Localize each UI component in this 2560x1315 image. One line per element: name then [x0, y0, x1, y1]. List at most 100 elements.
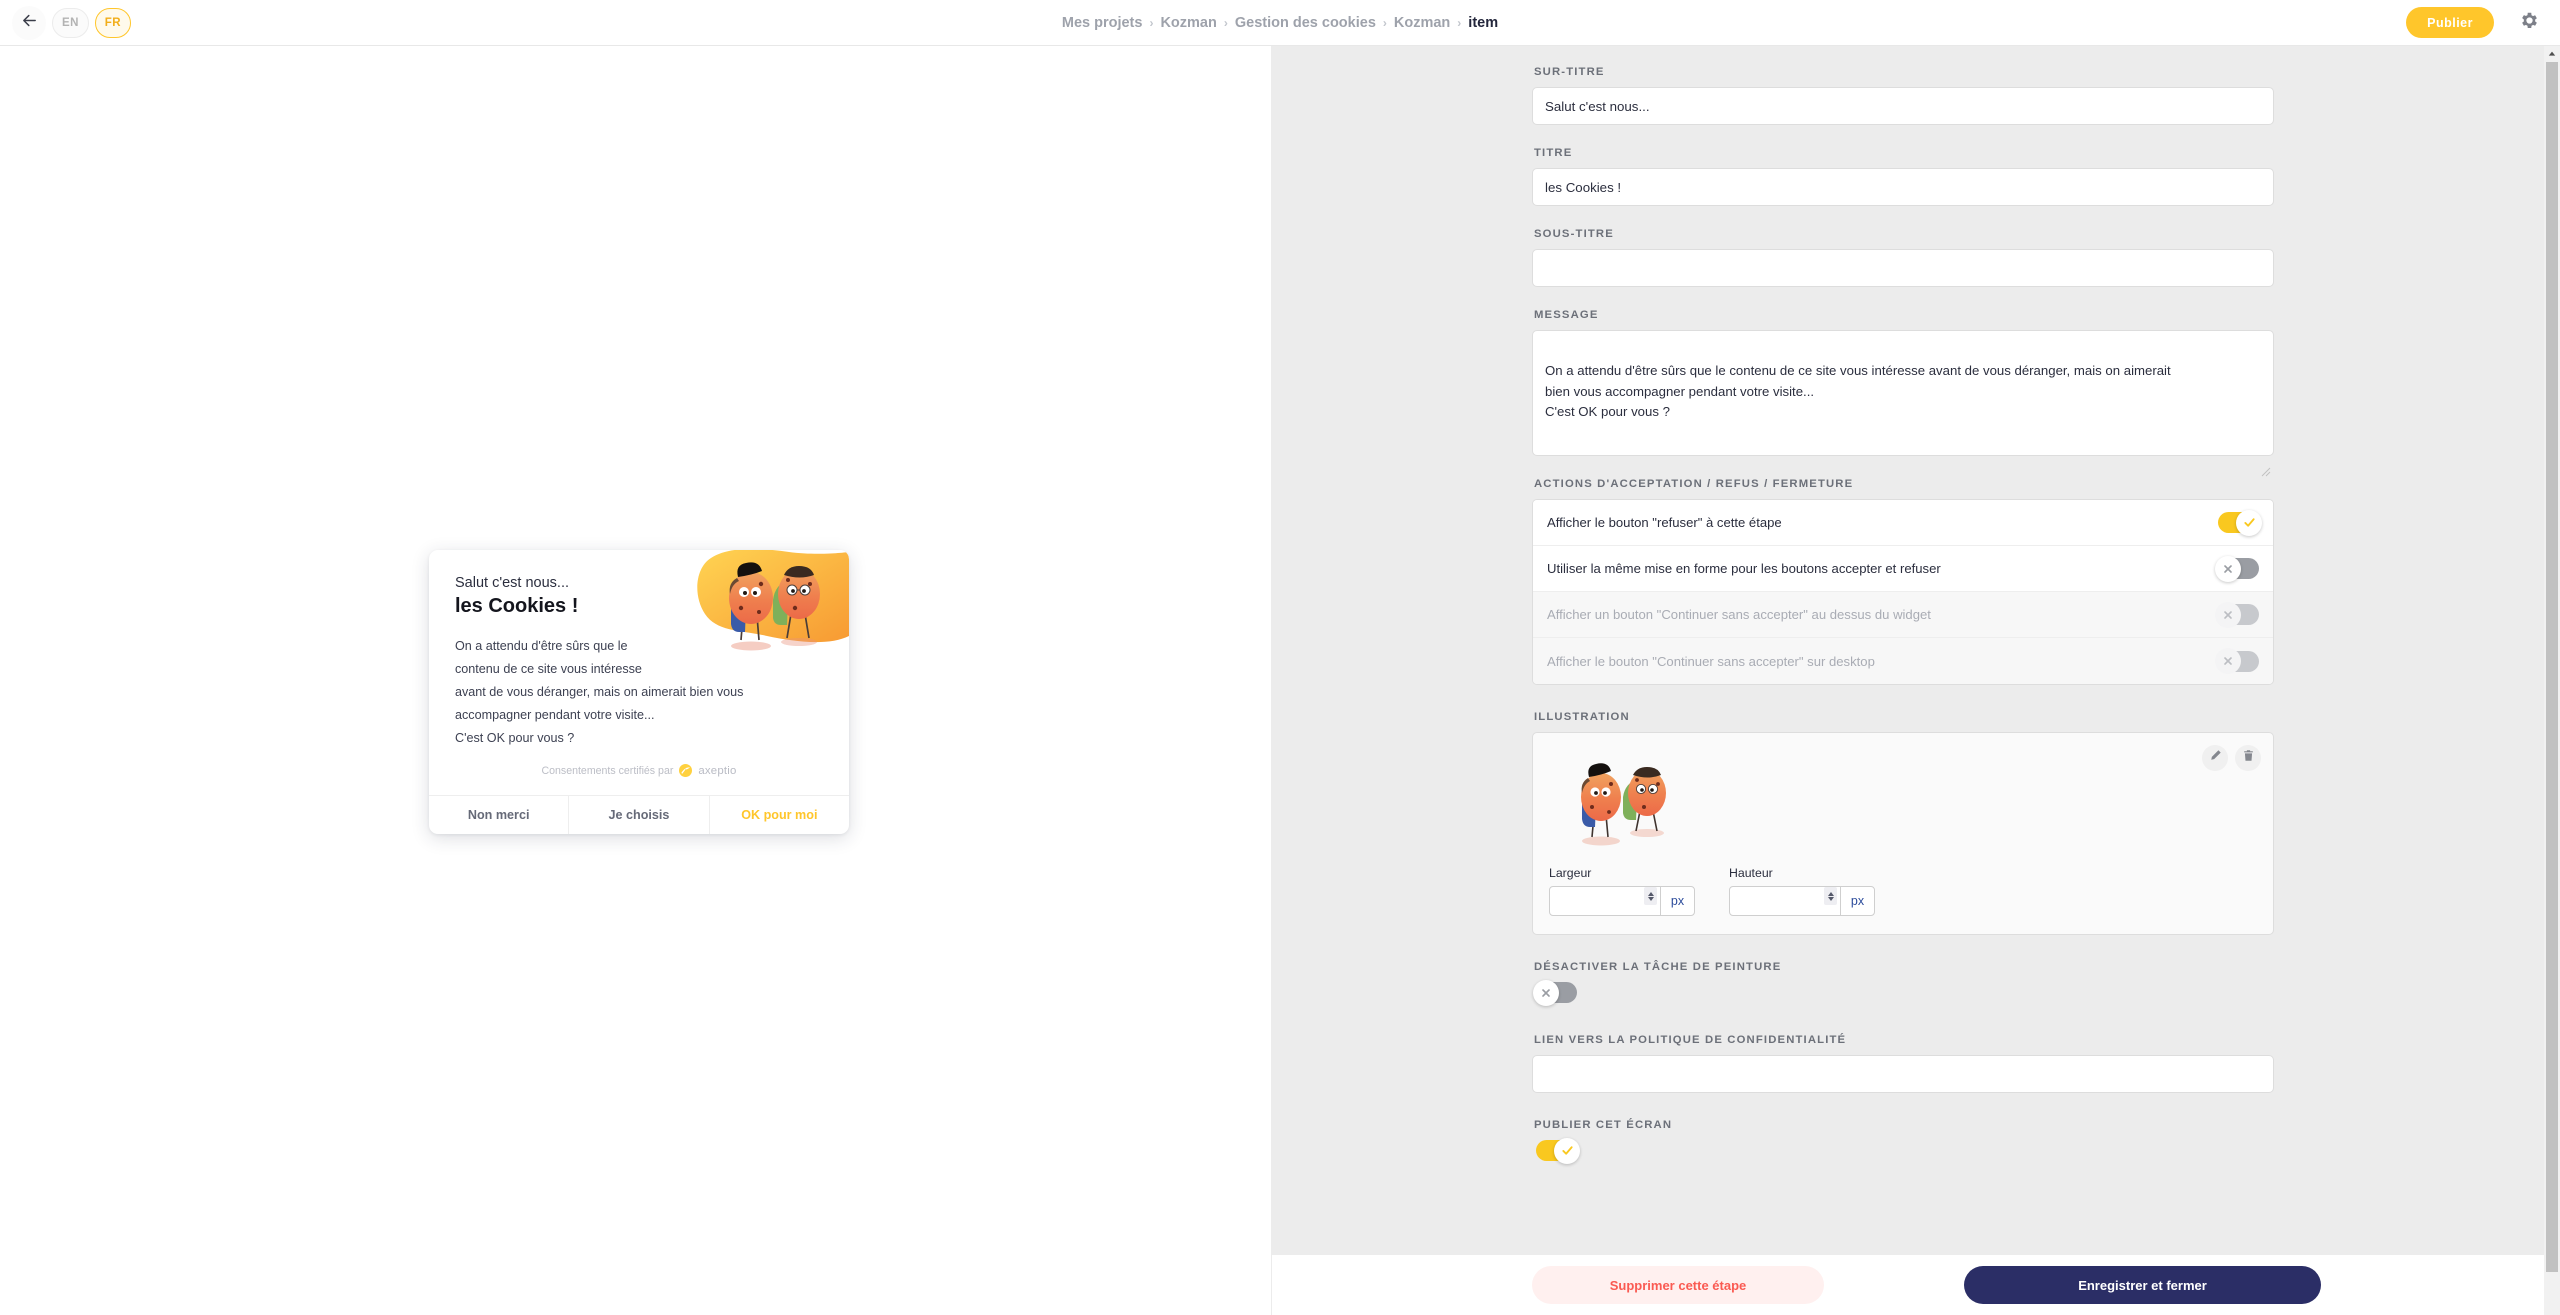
- toggle-label-same-style: Utiliser la même mise en forme pour les …: [1547, 561, 1941, 577]
- input-surtitre[interactable]: Salut c'est nous...: [1532, 87, 2274, 125]
- toggle-knob: [2215, 648, 2241, 675]
- textarea-message-value: On a attendu d'être sûrs que le contenu …: [1545, 363, 2171, 420]
- input-titre[interactable]: les Cookies !: [1532, 168, 2274, 206]
- toggle-paint-stain[interactable]: [1533, 979, 1577, 1006]
- label-actions-section: ACTIONS D'ACCEPTATION / REFUS / FERMETUR…: [1534, 478, 1854, 491]
- label-titre: TITRE: [1534, 147, 1573, 159]
- input-hauteur[interactable]: [1730, 887, 1824, 915]
- label-sous-titre: SOUS-TITRE: [1534, 228, 1614, 240]
- scrollbar-thumb[interactable]: [2546, 62, 2558, 1272]
- widget-surtitre: Salut c'est nous...: [455, 575, 569, 591]
- gear-icon: [2519, 10, 2540, 36]
- largeur-stepper[interactable]: [1644, 887, 1657, 906]
- section-privacy-link: LIEN VERS LA POLITIQUE DE CONFIDENTIALIT…: [1532, 1034, 2274, 1094]
- section-paint-stain: DÉSACTIVER LA TÂCHE DE PEINTURE: [1532, 961, 2274, 1008]
- toggle-knob: [2236, 509, 2262, 536]
- certification-text: Consentements certifiés par: [541, 764, 674, 777]
- label-privacy-link: LIEN VERS LA POLITIQUE DE CONFIDENTIALIT…: [1534, 1034, 1847, 1047]
- scrollbar-up-arrow[interactable]: [2544, 46, 2560, 62]
- field-surtitre: SUR-TITRE Salut c'est nous...: [1532, 66, 2274, 125]
- widget-certification: Consentements certifiés par axeptio: [455, 764, 823, 785]
- illustration-height-group: Hauteur px: [1729, 866, 1875, 917]
- field-message: MESSAGE On a attendu d'être sûrs que le …: [1532, 309, 2274, 477]
- axeptio-logo-icon: [679, 764, 693, 777]
- toggle-knob: [2215, 601, 2241, 628]
- breadcrumb-separator: ›: [1382, 16, 1387, 30]
- toggle-label-show-refuse: Afficher le bouton "refuser" à cette éta…: [1547, 515, 1782, 531]
- toggle-knob: [2215, 555, 2241, 582]
- breadcrumb-item-3[interactable]: Kozman: [1394, 15, 1450, 31]
- chevron-up-icon: [1827, 891, 1834, 896]
- illustration-dimensions: Largeur px Hauteur px: [1549, 866, 2257, 917]
- page-scrollbar[interactable]: [2544, 46, 2560, 1315]
- trash-icon: [2242, 749, 2255, 767]
- toggle-publish-screen[interactable]: [1536, 1137, 1580, 1164]
- hauteur-stepper[interactable]: [1824, 887, 1837, 906]
- illustration-edit-button[interactable]: [2202, 745, 2228, 772]
- widget-decline-button[interactable]: Non merci: [429, 796, 568, 834]
- toggle-row-show-refuse[interactable]: Afficher le bouton "refuser" à cette éta…: [1533, 500, 2273, 547]
- field-sous-titre: SOUS-TITRE: [1532, 228, 2274, 287]
- label-hauteur: Hauteur: [1729, 866, 1773, 881]
- illustration-thumbnail: [1555, 757, 1685, 852]
- input-privacy-link[interactable]: [1532, 1055, 2274, 1094]
- toggle-knob: [1554, 1137, 1580, 1164]
- widget-titre: les Cookies !: [455, 594, 579, 617]
- toggle-continue-desktop: [2215, 648, 2259, 675]
- label-publish-screen: PUBLIER CET ÉCRAN: [1534, 1119, 1673, 1132]
- toggle-row-same-style[interactable]: Utiliser la même mise en forme pour les …: [1533, 546, 2273, 593]
- axeptio-brand-name: axeptio: [698, 764, 737, 777]
- widget-body: Salut c'est nous... les Cookies ! On a a…: [429, 550, 849, 795]
- top-bar: EN FR Mes projets › Kozman › Gestion des…: [0, 0, 2560, 46]
- save-and-close-button[interactable]: Enregistrer et fermer: [1964, 1266, 2321, 1304]
- widget-message: On a attendu d'être sûrs que le contenu …: [455, 638, 744, 745]
- breadcrumb-item-2[interactable]: Gestion des cookies: [1235, 15, 1376, 31]
- chevron-down-icon: [1647, 896, 1654, 901]
- label-paint-stain: DÉSACTIVER LA TÂCHE DE PEINTURE: [1534, 961, 1782, 974]
- breadcrumb-item-1[interactable]: Kozman: [1160, 15, 1216, 31]
- toggle-show-refuse[interactable]: [2218, 509, 2262, 536]
- toggle-row-continue-above-widget: Afficher un bouton "Continuer sans accep…: [1533, 592, 2273, 639]
- section-actions: ACTIONS D'ACCEPTATION / REFUS / FERMETUR…: [1532, 478, 2274, 686]
- toggle-continue-above-widget: [2215, 601, 2259, 628]
- widget-choose-button[interactable]: Je choisis: [568, 796, 710, 834]
- delete-step-button[interactable]: Supprimer cette étape: [1532, 1266, 1824, 1304]
- form-pane: SUR-TITRE Salut c'est nous... TITRE les …: [1272, 46, 2544, 1315]
- section-illustration: ILLUSTRATION Largeur px Hauteur px: [1532, 711, 2274, 936]
- toggle-same-style[interactable]: [2215, 555, 2259, 582]
- toggle-knob: [1533, 979, 1559, 1006]
- chevron-down-icon: [1827, 896, 1834, 901]
- breadcrumb-item-0[interactable]: Mes projets: [1062, 15, 1143, 31]
- preview-pane: Salut c'est nous... les Cookies ! On a a…: [0, 46, 1272, 1315]
- settings-button[interactable]: [2516, 10, 2542, 36]
- breadcrumb-item-current: item: [1468, 15, 1499, 31]
- actions-toggle-card: Afficher le bouton "refuser" à cette éta…: [1532, 499, 2274, 686]
- input-sous-titre[interactable]: [1532, 249, 2274, 287]
- publish-button[interactable]: Publier: [2406, 7, 2494, 38]
- illustration-card: Largeur px Hauteur px: [1532, 732, 2274, 936]
- toggle-label-continue-above-widget: Afficher un bouton "Continuer sans accep…: [1547, 607, 1931, 623]
- section-publish-screen: PUBLIER CET ÉCRAN: [1532, 1119, 2274, 1166]
- textarea-message[interactable]: On a attendu d'être sûrs que le contenu …: [1532, 330, 2274, 477]
- label-illustration: ILLUSTRATION: [1534, 711, 1630, 724]
- chevron-up-icon: [1647, 891, 1654, 896]
- input-hauteur-wrapper[interactable]: px: [1729, 886, 1875, 917]
- form-scroll-area: SUR-TITRE Salut c'est nous... TITRE les …: [1272, 46, 2544, 1255]
- widget-action-buttons: Non merci Je choisis OK pour moi: [429, 795, 849, 834]
- breadcrumb-separator: ›: [1149, 16, 1154, 30]
- label-largeur: Largeur: [1549, 866, 1592, 881]
- illustration-delete-button[interactable]: [2235, 745, 2261, 772]
- input-largeur[interactable]: [1550, 887, 1644, 915]
- illustration-width-group: Largeur px: [1549, 866, 1695, 917]
- unit-hauteur: px: [1840, 887, 1874, 916]
- pencil-icon: [2209, 749, 2222, 767]
- illustration-tools: [2202, 745, 2261, 772]
- action-bar: Supprimer cette étape Enregistrer et fer…: [1272, 1255, 2560, 1315]
- cookie-consent-widget: Salut c'est nous... les Cookies ! On a a…: [429, 550, 849, 834]
- input-largeur-wrapper[interactable]: px: [1549, 886, 1695, 917]
- resize-handle-icon[interactable]: [2260, 442, 2271, 477]
- widget-accept-button[interactable]: OK pour moi: [710, 796, 849, 834]
- label-surtitre: SUR-TITRE: [1534, 66, 1605, 78]
- breadcrumb-separator: ›: [1457, 16, 1462, 30]
- toggle-label-continue-desktop: Afficher le bouton "Continuer sans accep…: [1547, 653, 1875, 669]
